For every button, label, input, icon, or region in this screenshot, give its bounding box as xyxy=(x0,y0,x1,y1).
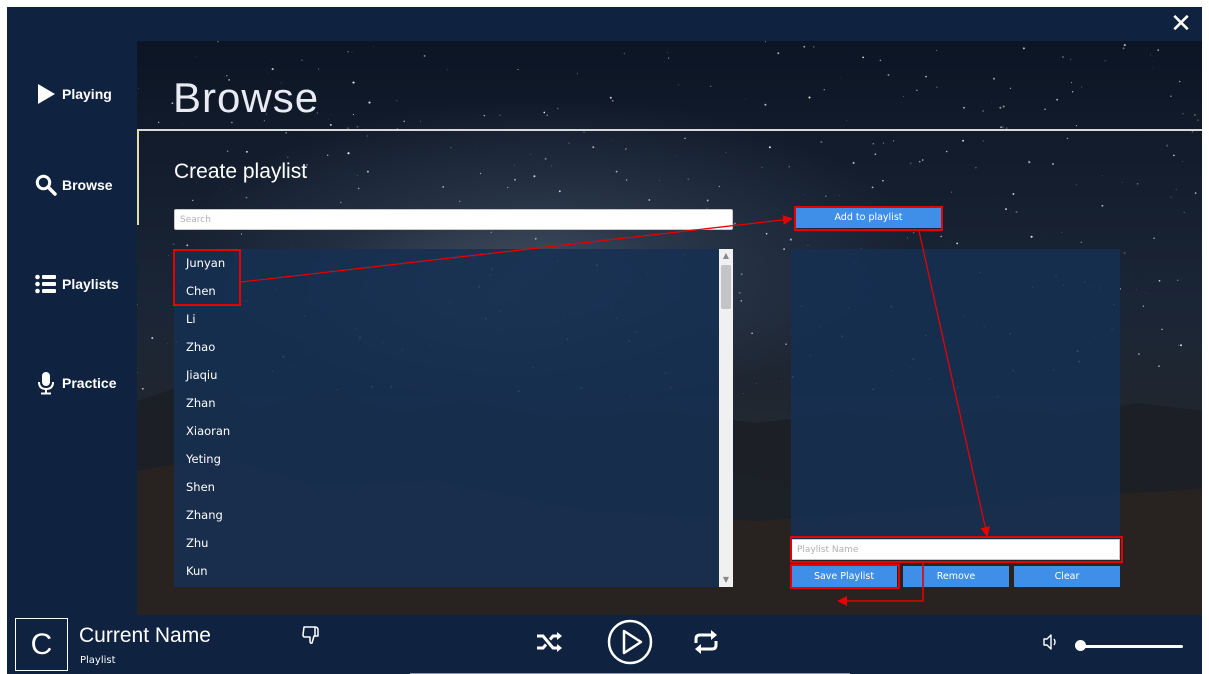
list-item[interactable]: Junyan xyxy=(174,249,715,277)
list-item[interactable]: Chen xyxy=(174,277,715,305)
shuffle-icon xyxy=(537,632,562,652)
close-icon: ✕ xyxy=(1170,9,1192,39)
app-window: ✕ Playing Browse Playlists Practice Brow… xyxy=(7,7,1202,674)
volume-slider[interactable] xyxy=(1080,645,1183,648)
list-item[interactable]: Xiaoran xyxy=(174,417,715,445)
remove-button[interactable]: Remove xyxy=(903,566,1009,587)
list-item[interactable]: Zhao xyxy=(174,333,715,361)
avatar: C xyxy=(15,618,68,671)
volume-icon[interactable] xyxy=(1042,633,1060,651)
playlist-name-input[interactable] xyxy=(791,539,1120,560)
sidebar-item-label: Playlists xyxy=(62,276,119,292)
scroll-down-icon[interactable]: ▼ xyxy=(719,573,733,587)
list-item[interactable]: Li xyxy=(174,305,715,333)
player-bar: C Current Name Playlist xyxy=(7,615,1202,674)
active-nav-indicator xyxy=(137,129,139,225)
search-input[interactable] xyxy=(174,209,733,230)
scrollbar[interactable]: ▲ ▼ xyxy=(719,249,733,587)
play-icon xyxy=(35,82,57,106)
close-button[interactable]: ✕ xyxy=(1168,9,1194,39)
shuffle-button[interactable] xyxy=(535,628,563,656)
microphone-icon xyxy=(35,371,57,395)
list-item[interactable]: Zhu xyxy=(174,529,715,557)
add-to-playlist-button[interactable]: Add to playlist xyxy=(796,207,941,228)
playlist-contents xyxy=(791,249,1120,539)
repeat-button[interactable] xyxy=(692,628,720,656)
scroll-thumb[interactable] xyxy=(721,265,731,309)
scroll-up-icon[interactable]: ▲ xyxy=(719,249,733,263)
list-item[interactable]: Zhan xyxy=(174,389,715,417)
thumbs-down-icon xyxy=(302,626,319,644)
list-item[interactable]: Jiaqiu xyxy=(174,361,715,389)
play-circle-icon xyxy=(607,619,653,665)
page-title: Browse xyxy=(173,74,320,121)
list-item[interactable]: Yeting xyxy=(174,445,715,473)
save-playlist-button[interactable]: Save Playlist xyxy=(791,566,897,587)
dislike-button[interactable] xyxy=(300,623,324,647)
sidebar-item-label: Browse xyxy=(62,177,113,193)
sidebar-item-browse[interactable]: Browse xyxy=(7,165,137,205)
list-icon xyxy=(35,272,57,296)
song-list: Junyan Chen Li Zhao Jiaqiu Zhan Xiaoran Yeting S… xyxy=(174,249,733,587)
sidebar-item-label: Practice xyxy=(62,375,117,391)
play-button[interactable] xyxy=(606,618,654,666)
list-item[interactable]: Shen xyxy=(174,473,715,501)
repeat-icon xyxy=(694,630,718,654)
search-icon xyxy=(35,173,57,197)
sidebar: Playing Browse Playlists Practice xyxy=(7,41,137,615)
clear-button[interactable]: Clear xyxy=(1014,566,1120,587)
section-title: Create playlist xyxy=(174,160,308,183)
sidebar-item-practice[interactable]: Practice xyxy=(7,363,137,403)
song-items: Junyan Chen Li Zhao Jiaqiu Zhan Xiaoran Yeting S… xyxy=(174,249,715,585)
sidebar-item-label: Playing xyxy=(62,86,112,102)
title-divider xyxy=(139,129,1202,131)
volume-slider-thumb[interactable] xyxy=(1075,640,1086,651)
track-name: Current Name xyxy=(79,624,211,647)
sidebar-item-playing[interactable]: Playing xyxy=(7,74,137,114)
sidebar-item-playlists[interactable]: Playlists xyxy=(7,264,137,304)
list-item[interactable]: Kun xyxy=(174,557,715,585)
list-item[interactable]: Zhang xyxy=(174,501,715,529)
track-playlist-label: Playlist xyxy=(80,655,116,666)
